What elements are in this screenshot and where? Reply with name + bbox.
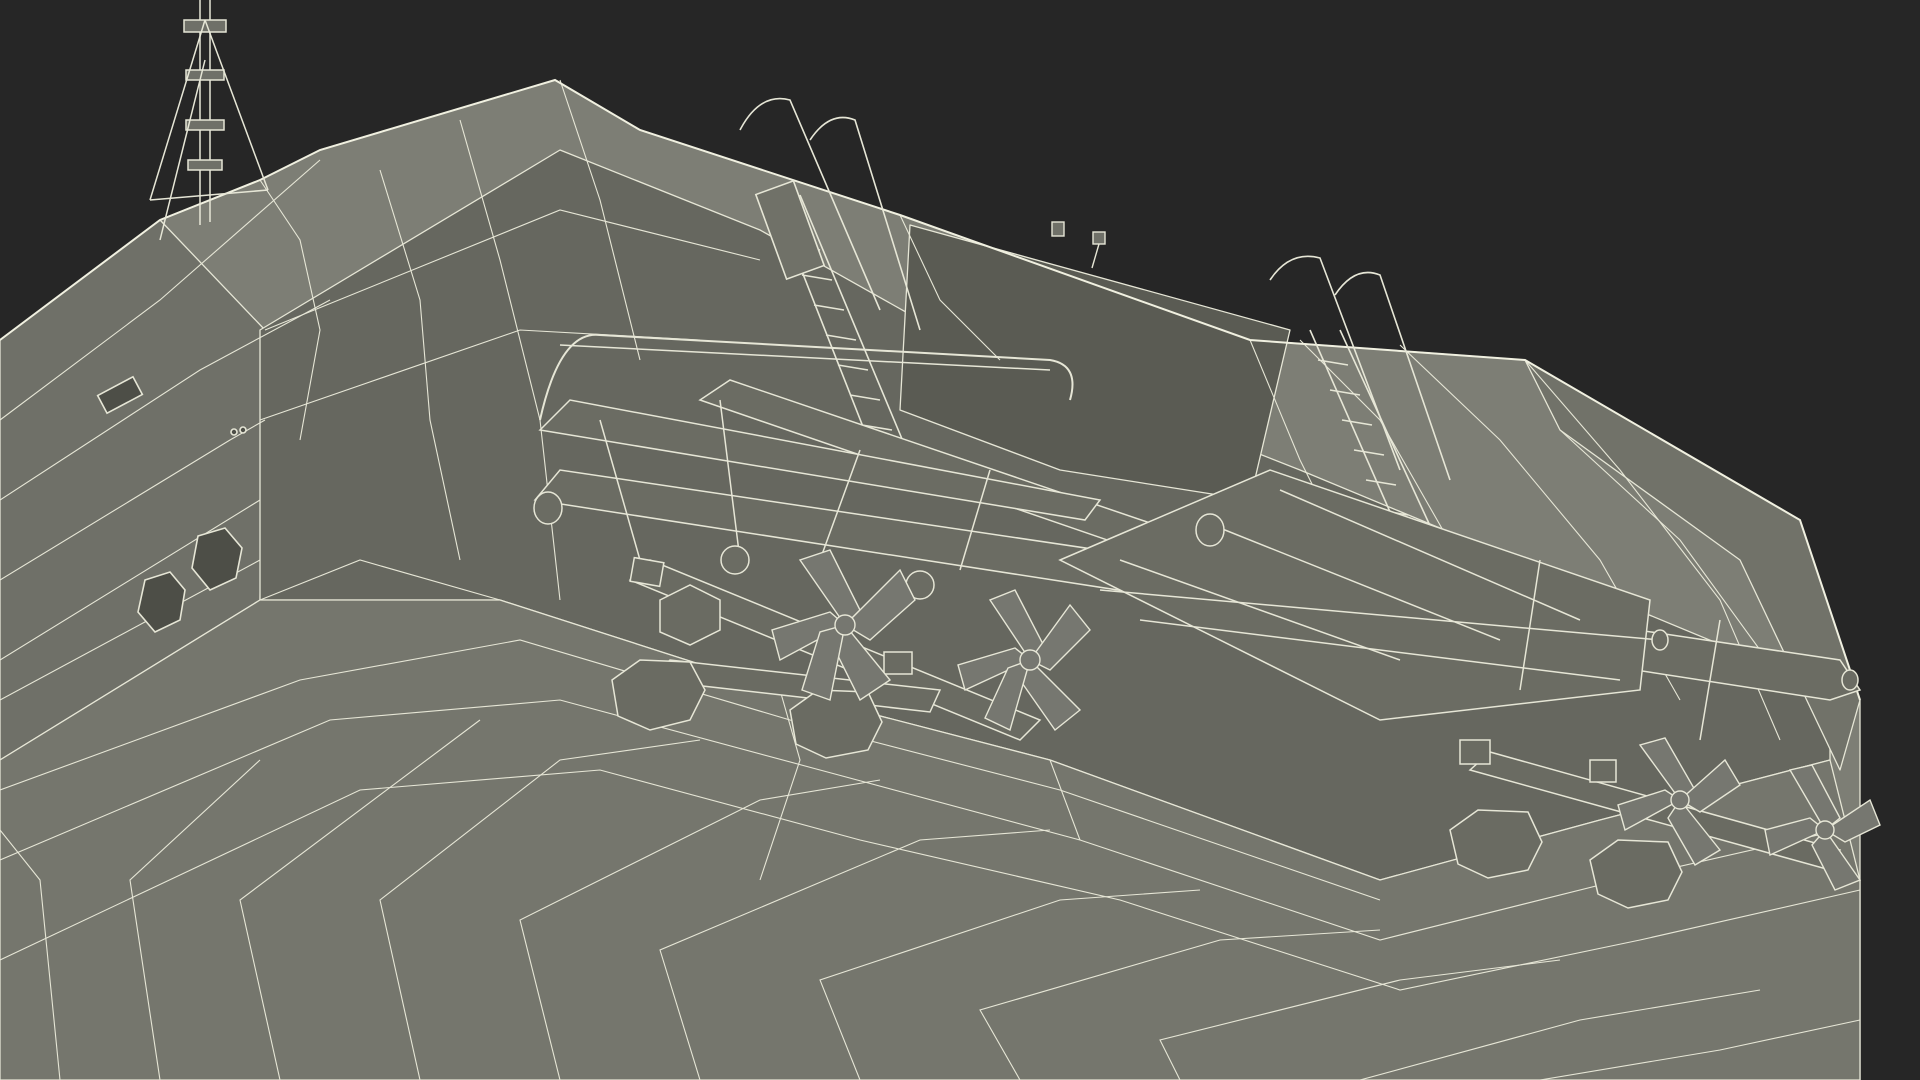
strut-pod-2 (789, 689, 883, 759)
strut-pod-1 (611, 659, 706, 731)
render-viewport (0, 0, 1920, 1080)
wireframe-scene (0, 0, 1920, 1080)
